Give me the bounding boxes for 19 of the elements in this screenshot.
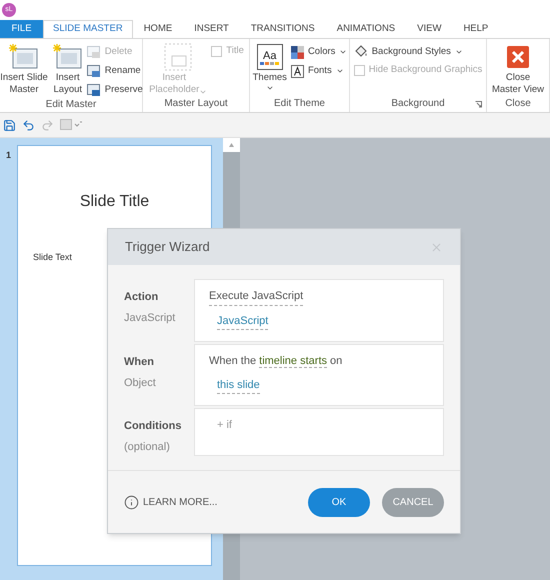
row-sublabel: (optional)	[124, 440, 171, 454]
group-label: Background	[391, 97, 445, 111]
group-label: Edit Theme	[274, 97, 325, 111]
row-sublabel: Object	[124, 376, 157, 390]
group-label: Edit Master	[46, 98, 96, 112]
row-label: When	[124, 355, 155, 370]
slide-title: Slide Title	[78, 192, 150, 212]
dialog-title: Trigger Wizard	[125, 238, 210, 256]
row-sublabel: JavaScript	[124, 310, 176, 326]
row-label: Action	[124, 290, 160, 305]
group-label: Master Layout	[164, 97, 228, 111]
theme-sample-text: Aa	[263, 50, 276, 62]
slide-number: 1	[5, 149, 12, 162]
checkbox-label: Hide Background Graphics	[368, 63, 482, 77]
group-label: Close	[505, 97, 531, 111]
trigger-sentence: When the timeline starts on	[209, 354, 344, 370]
slide-text: Slide Text	[33, 251, 73, 264]
checkbox-label: Title	[226, 44, 244, 58]
row-label: Conditions	[124, 419, 182, 434]
